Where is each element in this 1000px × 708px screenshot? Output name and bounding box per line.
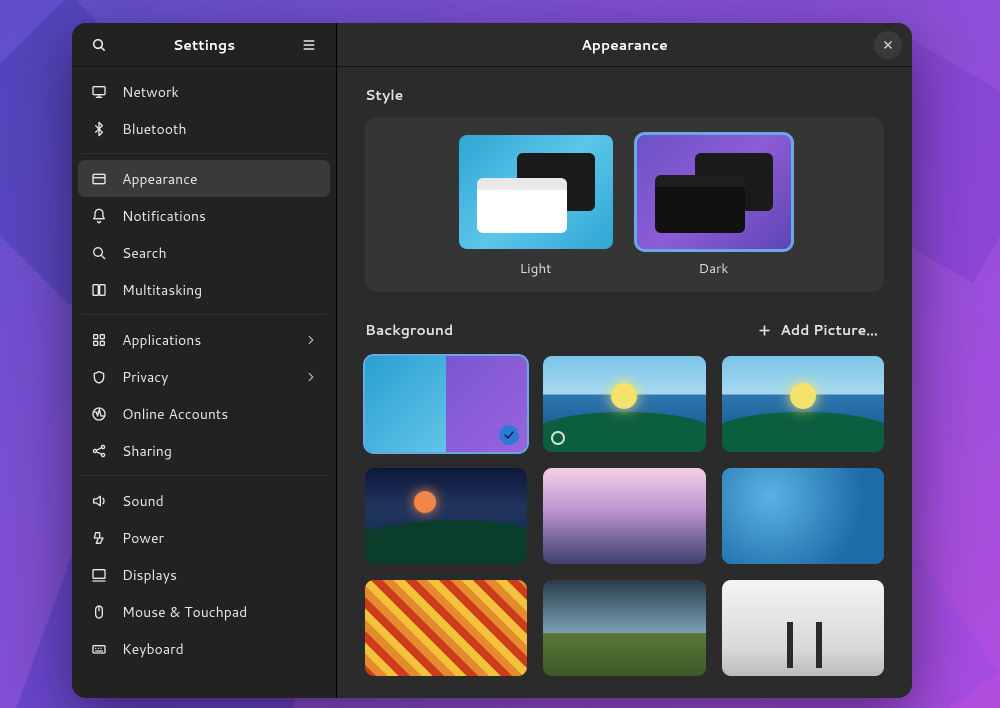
sidebar-item-displays[interactable]: Displays: [78, 556, 330, 593]
style-option-dark[interactable]: Dark: [637, 135, 791, 278]
wallpaper-tile-dusk[interactable]: [365, 468, 527, 564]
search-button[interactable]: [84, 30, 114, 60]
background-grid: [365, 356, 884, 676]
style-thumb-light: [459, 135, 613, 249]
sidebar-item-network[interactable]: Network: [78, 73, 330, 110]
sidebar-item-label: Privacy: [122, 367, 290, 387]
background-header: Background Add Picture…: [365, 316, 884, 344]
close-button[interactable]: [874, 31, 902, 59]
sidebar-item-sound[interactable]: Sound: [78, 482, 330, 519]
sidebar-item-label: Power: [122, 528, 318, 548]
style-label: Dark: [699, 259, 729, 278]
apps-icon: [90, 331, 108, 349]
sidebar-nav: Network Bluetooth Appearance Notifications S…: [72, 67, 336, 698]
wallpaper-tile-sunset2[interactable]: [722, 356, 884, 452]
sidebar-item-multitasking[interactable]: Multitasking: [78, 271, 330, 308]
menu-button[interactable]: [294, 30, 324, 60]
multitask-icon: [90, 281, 108, 299]
sidebar-item-label: Appearance: [122, 169, 318, 189]
wallpaper-tile-fabric[interactable]: [365, 580, 527, 676]
sound-icon: [90, 492, 108, 510]
sidebar-item-label: Search: [122, 243, 318, 263]
power-icon: [90, 529, 108, 547]
style-option-light[interactable]: Light: [459, 135, 613, 278]
chevron-right-icon: [304, 333, 318, 347]
sidebar-separator: [82, 475, 326, 476]
share-icon: [90, 442, 108, 460]
mouse-icon: [90, 603, 108, 621]
sidebar-item-label: Keyboard: [122, 639, 318, 659]
displays-icon: [90, 566, 108, 584]
bell-icon: [90, 207, 108, 225]
online-icon: [90, 405, 108, 423]
chevron-right-icon: [304, 370, 318, 384]
sidebar-item-sharing[interactable]: Sharing: [78, 432, 330, 469]
content-title: Appearance: [581, 35, 668, 55]
sidebar-item-applications[interactable]: Applications: [78, 321, 330, 358]
sidebar-item-label: Notifications: [122, 206, 318, 226]
wallpaper-tile-pink[interactable]: [543, 468, 705, 564]
sidebar-item-label: Sharing: [122, 441, 318, 461]
settings-window: Settings Network Bluetooth Appearance Notif…: [72, 23, 912, 698]
sidebar-item-label: Mouse & Touchpad: [122, 602, 318, 622]
sidebar-item-label: Network: [122, 82, 318, 102]
monitor-icon: [90, 83, 108, 101]
sidebar-item-label: Bluetooth: [122, 119, 318, 139]
hamburger-icon: [301, 37, 317, 53]
wallpaper-tile-blue3d[interactable]: [722, 468, 884, 564]
style-thumb-dark: [637, 135, 791, 249]
sidebar-item-search[interactable]: Search: [78, 234, 330, 271]
search-icon: [90, 244, 108, 262]
sidebar-item-notifications[interactable]: Notifications: [78, 197, 330, 234]
add-picture-button[interactable]: Add Picture…: [751, 316, 884, 344]
sidebar-item-power[interactable]: Power: [78, 519, 330, 556]
sidebar-item-mouse-touchpad[interactable]: Mouse & Touchpad: [78, 593, 330, 630]
sidebar-title: Settings: [114, 35, 294, 55]
sidebar-item-keyboard[interactable]: Keyboard: [78, 630, 330, 667]
sidebar-item-online-accounts[interactable]: Online Accounts: [78, 395, 330, 432]
privacy-icon: [90, 368, 108, 386]
content-header: Appearance: [337, 23, 912, 67]
background-heading: Background: [365, 320, 453, 340]
sidebar-item-label: Multitasking: [122, 280, 318, 300]
wallpaper-tile-bw[interactable]: [722, 580, 884, 676]
sidebar-item-label: Applications: [122, 330, 290, 350]
style-label: Light: [520, 259, 552, 278]
bluetooth-icon: [90, 120, 108, 138]
wallpaper-tile-sunset[interactable]: [543, 356, 705, 452]
sidebar-item-appearance[interactable]: Appearance: [78, 160, 330, 197]
content-body: Style Light Dark Background Add Picture…: [337, 67, 912, 698]
sidebar-header: Settings: [72, 23, 336, 67]
wallpaper-tile-field[interactable]: [543, 580, 705, 676]
keyboard-icon: [90, 640, 108, 658]
sidebar-item-bluetooth[interactable]: Bluetooth: [78, 110, 330, 147]
content-pane: Appearance Style Light Dark Background Ad…: [337, 23, 912, 698]
sidebar-item-label: Sound: [122, 491, 318, 511]
wallpaper-tile-split[interactable]: [365, 356, 527, 452]
sidebar: Settings Network Bluetooth Appearance Notif…: [72, 23, 337, 698]
style-card: Light Dark: [365, 117, 884, 292]
appearance-icon: [90, 170, 108, 188]
close-icon: [882, 39, 894, 51]
add-picture-label: Add Picture…: [780, 320, 878, 340]
style-heading: Style: [365, 85, 884, 105]
search-icon: [91, 37, 107, 53]
plus-icon: [757, 323, 772, 338]
sidebar-item-label: Displays: [122, 565, 318, 585]
sidebar-item-privacy[interactable]: Privacy: [78, 358, 330, 395]
sidebar-separator: [82, 153, 326, 154]
sidebar-item-label: Online Accounts: [122, 404, 318, 424]
sidebar-separator: [82, 314, 326, 315]
